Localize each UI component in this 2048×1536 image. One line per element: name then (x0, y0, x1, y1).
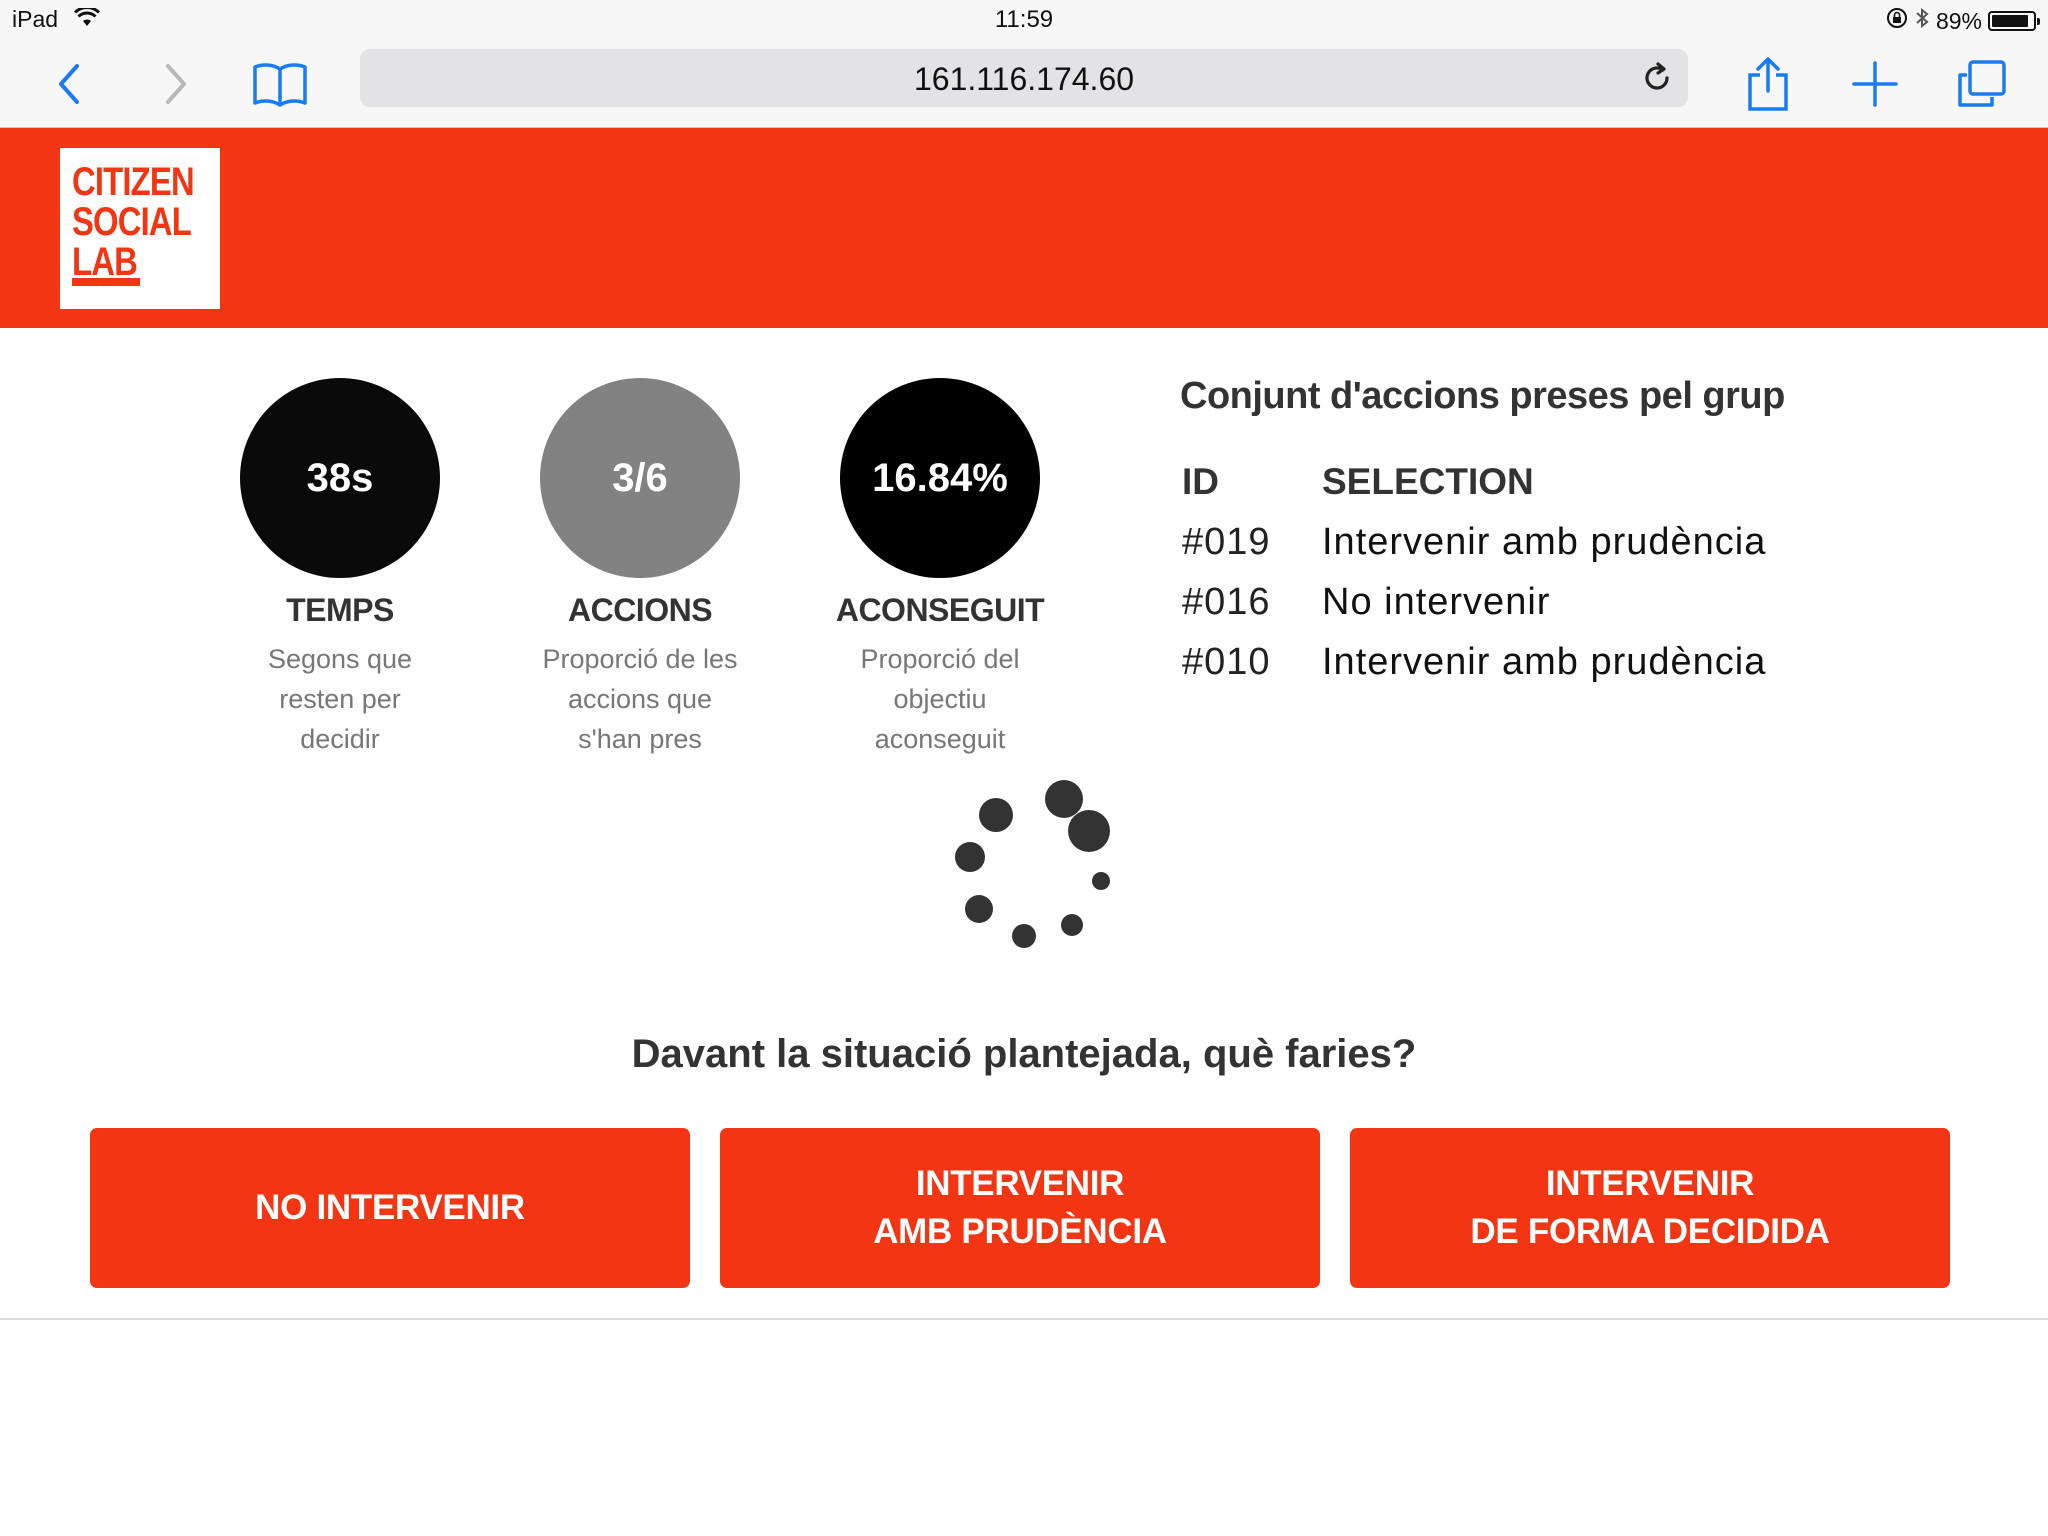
battery-icon (1988, 11, 2040, 31)
row-selection: Intervenir amb prudència (1322, 520, 1767, 563)
logo-line-2: SOCIAL (72, 200, 192, 244)
row-id: #019 (1182, 520, 1271, 563)
ios-status-bar: iPad 11:59 89% (0, 0, 2048, 42)
desc-line: Proporció de les (542, 644, 738, 674)
stat-title-temps: TEMPS (286, 592, 394, 628)
tabs-button[interactable] (1952, 54, 2012, 114)
actions-table: ID SELECTION #019 Intervenir amb prudènc… (1182, 452, 1766, 692)
choice-line: INTERVENIR (915, 1164, 1125, 1203)
desc-line: aconseguit (874, 724, 1006, 754)
row-selection: No intervenir (1322, 580, 1551, 623)
share-icon (1748, 57, 1788, 111)
battery-percent: 89% (1935, 7, 1982, 34)
choice-label: INTERVENIR DE FORMA DECIDIDA (1470, 1160, 1829, 1256)
spinner-dot (1012, 924, 1036, 948)
stat-title-accions: ACCIONS (567, 592, 713, 628)
stat-desc-accions: Proporció de les accions que s'han pres (525, 639, 755, 759)
footer-divider (0, 1318, 2048, 1320)
stat-circle-temps: 38s (240, 378, 440, 578)
stat-temps: 38s TEMPS Segons que resten per decidir (225, 378, 455, 759)
loading-spinner-icon (940, 780, 1120, 960)
stat-title-aconseguit: ACONSEGUIT (835, 592, 1045, 628)
stat-circle-accions: 3/6 (540, 378, 740, 578)
intervenir-decidida-button[interactable]: INTERVENIR DE FORMA DECIDIDA (1350, 1128, 1950, 1288)
stat-desc-temps: Segons que resten per decidir (225, 639, 455, 759)
reload-button[interactable] (1640, 61, 1674, 95)
orientation-lock-icon (1886, 7, 1908, 35)
desc-line: resten per (279, 684, 401, 714)
spinner-dot (1068, 810, 1110, 852)
url-text: 161.116.174.60 (913, 61, 1135, 97)
desc-line: decidir (300, 724, 380, 754)
row-selection: Intervenir amb prudència (1322, 640, 1767, 683)
spinner-dot (955, 842, 985, 872)
stat-aconseguit: 16.84% ACONSEGUIT Proporció del objectiu… (825, 378, 1055, 759)
actions-title: Conjunt d'accions preses pel grup (1180, 375, 1785, 417)
plus-icon (1852, 61, 1898, 107)
spinner-dot (965, 895, 993, 923)
row-id: #016 (1182, 580, 1271, 623)
back-button[interactable] (40, 54, 100, 114)
share-button[interactable] (1738, 54, 1798, 114)
header-id: ID (1182, 461, 1219, 502)
logo-line-1: CITIZEN (72, 160, 195, 204)
browser-toolbar: 161.116.174.60 (0, 42, 2048, 128)
desc-line: s'han pres (578, 724, 702, 754)
choice-line: DE FORMA DECIDIDA (1470, 1212, 1830, 1251)
book-icon (253, 63, 307, 107)
table-row: #019 Intervenir amb prudència (1182, 512, 1766, 572)
desc-line: objectiu (893, 684, 987, 714)
question-heading: Davant la situació plantejada, què farie… (631, 1032, 1417, 1076)
status-right: 89% (1886, 6, 2040, 36)
tabs-icon (1958, 60, 2006, 107)
forward-button[interactable] (145, 54, 205, 114)
citizen-social-lab-logo[interactable]: CITIZEN SOCIAL LAB (60, 148, 220, 309)
intervenir-prudencia-button[interactable]: INTERVENIR AMB PRUDÈNCIA (720, 1128, 1320, 1288)
bookmarks-button[interactable] (250, 54, 310, 114)
choice-line: AMB PRUDÈNCIA (873, 1212, 1167, 1251)
choice-line: INTERVENIR (1545, 1164, 1755, 1203)
bluetooth-icon (1914, 6, 1930, 36)
address-bar[interactable]: 161.116.174.60 (360, 49, 1688, 107)
chevron-left-icon (59, 64, 79, 104)
stat-desc-aconseguit: Proporció del objectiu aconseguit (825, 639, 1055, 759)
spinner-dot (1061, 914, 1083, 936)
site-header: CITIZEN SOCIAL LAB (0, 128, 2048, 328)
logo-underline (72, 278, 140, 286)
chevron-right-icon (166, 64, 186, 104)
table-header: ID SELECTION (1182, 452, 1766, 512)
choice-label: INTERVENIR AMB PRUDÈNCIA (873, 1160, 1167, 1256)
new-tab-button[interactable] (1845, 54, 1905, 114)
status-time: 11:59 (994, 6, 1054, 33)
header-selection: SELECTION (1322, 461, 1534, 502)
spinner-dot (979, 798, 1013, 832)
desc-line: accions que (567, 684, 713, 714)
logo-line-3: LAB (72, 240, 138, 284)
choice-label: NO INTERVENIR (255, 1188, 525, 1227)
table-row: #016 No intervenir (1182, 572, 1766, 632)
stat-accions: 3/6 ACCIONS Proporció de les accions que… (525, 378, 755, 759)
desc-line: Segons que (267, 644, 413, 674)
desc-line: Proporció del (860, 644, 1020, 674)
reload-icon (1645, 62, 1669, 90)
no-intervenir-button[interactable]: NO INTERVENIR (90, 1128, 690, 1288)
stat-circle-aconseguit: 16.84% (840, 378, 1040, 578)
row-id: #010 (1182, 640, 1271, 683)
table-row: #010 Intervenir amb prudència (1182, 632, 1766, 692)
spinner-dot (1092, 872, 1110, 890)
